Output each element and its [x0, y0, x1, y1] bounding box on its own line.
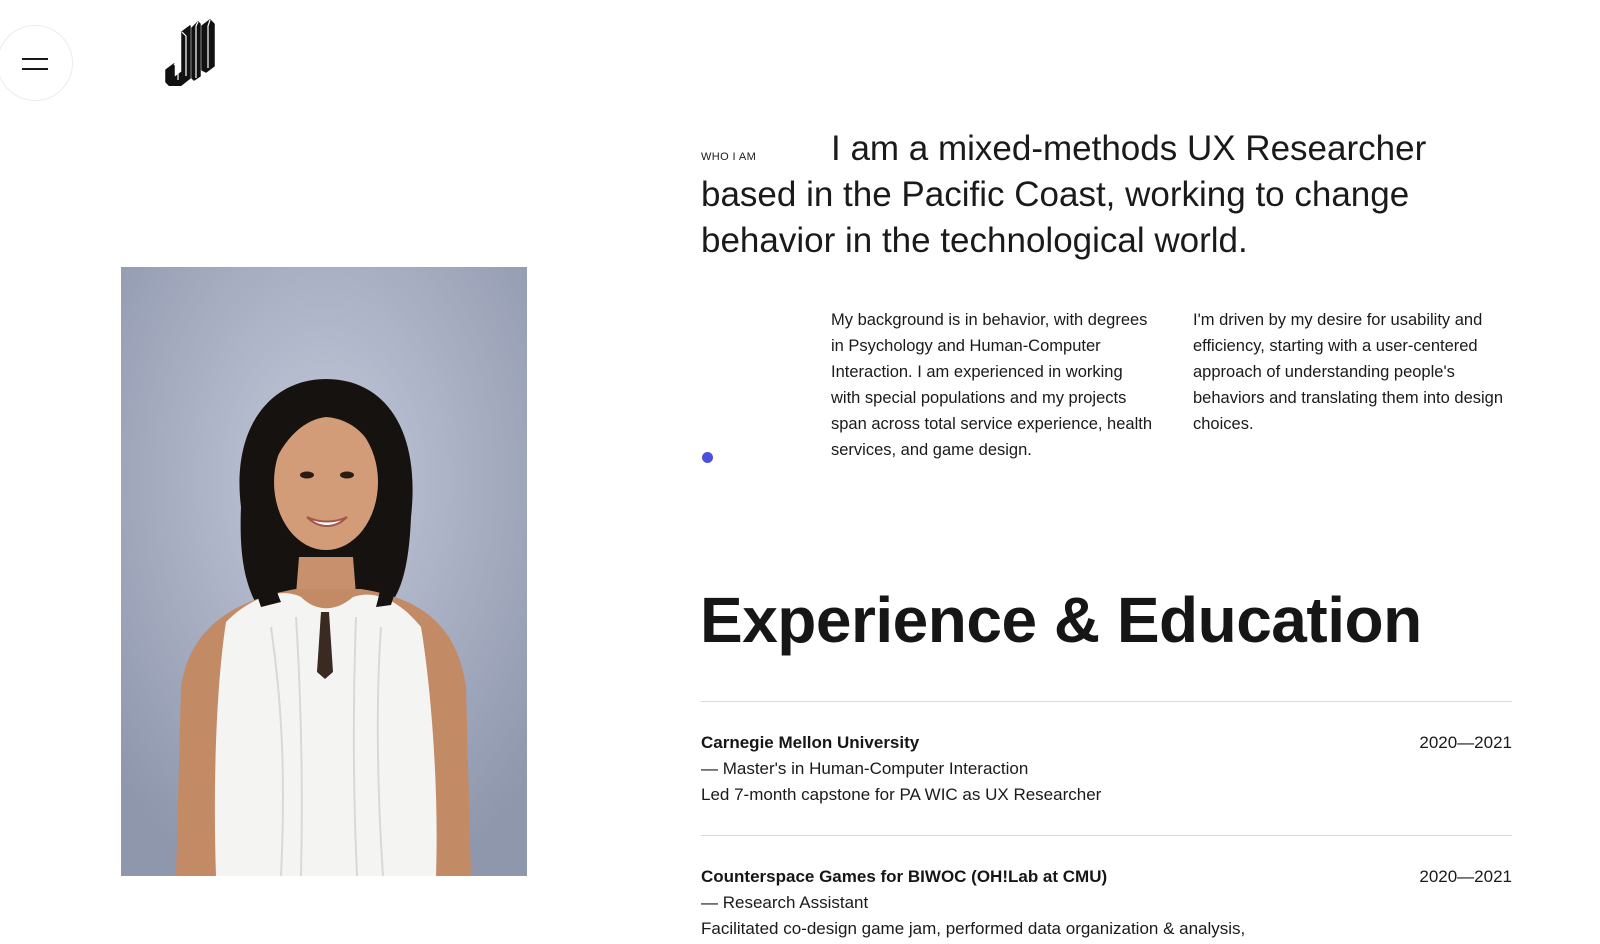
hamburger-icon: [22, 58, 48, 60]
experience-entry: Counterspace Games for BIWOC (OH!Lab at …: [701, 864, 1512, 942]
entry-role: — Master's in Human-Computer Interaction: [701, 759, 1029, 778]
experience-heading: Experience & Education: [700, 584, 1422, 656]
accent-dot: [702, 452, 713, 463]
entry-years: 2020—2021: [1419, 867, 1512, 886]
logo-icon[interactable]: [164, 18, 216, 86]
intro-statement: I am a mixed-methods UX Researcher based…: [701, 129, 1427, 260]
entry-role: — Research Assistant: [701, 893, 869, 912]
profile-photo: [121, 267, 527, 876]
divider: [701, 701, 1512, 702]
divider: [701, 835, 1512, 836]
entry-organization: Counterspace Games for BIWOC (OH!Lab at …: [701, 867, 1108, 886]
menu-button[interactable]: [0, 25, 73, 101]
entry-years: 2020—2021: [1419, 733, 1512, 752]
background-paragraph: My background is in behavior, with degre…: [831, 311, 1153, 459]
profile-photo-illustration: [121, 267, 527, 876]
experience-entry: Carnegie Mellon University — Master's in…: [701, 730, 1512, 808]
hamburger-icon-bar: [22, 68, 48, 70]
portfolio-page: WHO I AM I am a mixed-methods UX Researc…: [0, 0, 1600, 944]
motivation-paragraph: I'm driven by my desire for usability an…: [1193, 311, 1504, 433]
entry-organization: Carnegie Mellon University: [701, 733, 920, 752]
entry-description: Facilitated co-design game jam, performe…: [701, 919, 1246, 938]
entry-description: Led 7-month capstone for PA WIC as UX Re…: [701, 785, 1102, 804]
